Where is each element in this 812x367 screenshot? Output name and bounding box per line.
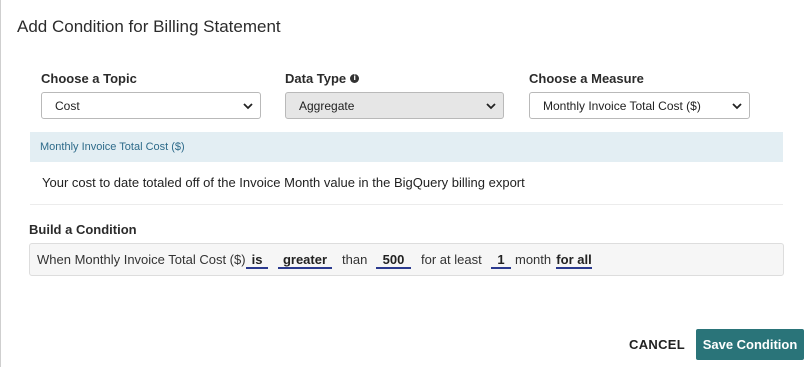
measure-info-bar: Monthly Invoice Total Cost ($)	[30, 132, 783, 162]
topic-select-value: Cost	[55, 98, 80, 113]
topic-select[interactable]: Cost	[41, 92, 261, 119]
measure-info-name: Monthly Invoice Total Cost ($)	[40, 141, 185, 153]
condition-for-at-least-text: for at least	[421, 252, 482, 267]
measure-description: Your cost to date totaled off of the Inv…	[42, 175, 525, 190]
comparison-selector[interactable]: greater	[278, 252, 332, 269]
data-type-select[interactable]: Aggregate	[285, 92, 504, 119]
chevron-down-icon	[243, 103, 253, 110]
data-type-label: Data Type i	[285, 71, 360, 86]
data-type-label-text: Data Type	[285, 71, 347, 86]
build-condition-label: Build a Condition	[29, 222, 137, 237]
save-condition-button[interactable]: Save Condition	[696, 329, 804, 360]
threshold-input[interactable]: 500	[376, 252, 411, 269]
condition-than-text: than	[342, 252, 368, 267]
topic-label-text: Choose a Topic	[41, 71, 137, 86]
cancel-button[interactable]: CANCEL	[629, 337, 685, 352]
operator-is-selector[interactable]: is	[246, 252, 268, 269]
measure-label: Choose a Measure	[529, 71, 644, 86]
duration-input[interactable]: 1	[491, 252, 511, 269]
info-icon[interactable]: i	[350, 74, 360, 83]
measure-select-value: Monthly Invoice Total Cost ($)	[543, 98, 701, 113]
dialog-left-border	[0, 0, 1, 367]
dialog-title: Add Condition for Billing Statement	[17, 17, 281, 36]
chevron-down-icon	[732, 103, 742, 110]
topic-label: Choose a Topic	[41, 71, 137, 86]
chevron-down-icon	[486, 103, 496, 110]
scope-selector[interactable]: for all	[556, 252, 592, 269]
condition-prefix: When Monthly Invoice Total Cost ($)	[37, 252, 246, 267]
divider	[30, 204, 783, 205]
measure-select[interactable]: Monthly Invoice Total Cost ($)	[529, 92, 750, 119]
condition-unit-text: month	[515, 252, 552, 267]
data-type-select-value: Aggregate	[299, 98, 355, 113]
measure-label-text: Choose a Measure	[529, 71, 644, 86]
